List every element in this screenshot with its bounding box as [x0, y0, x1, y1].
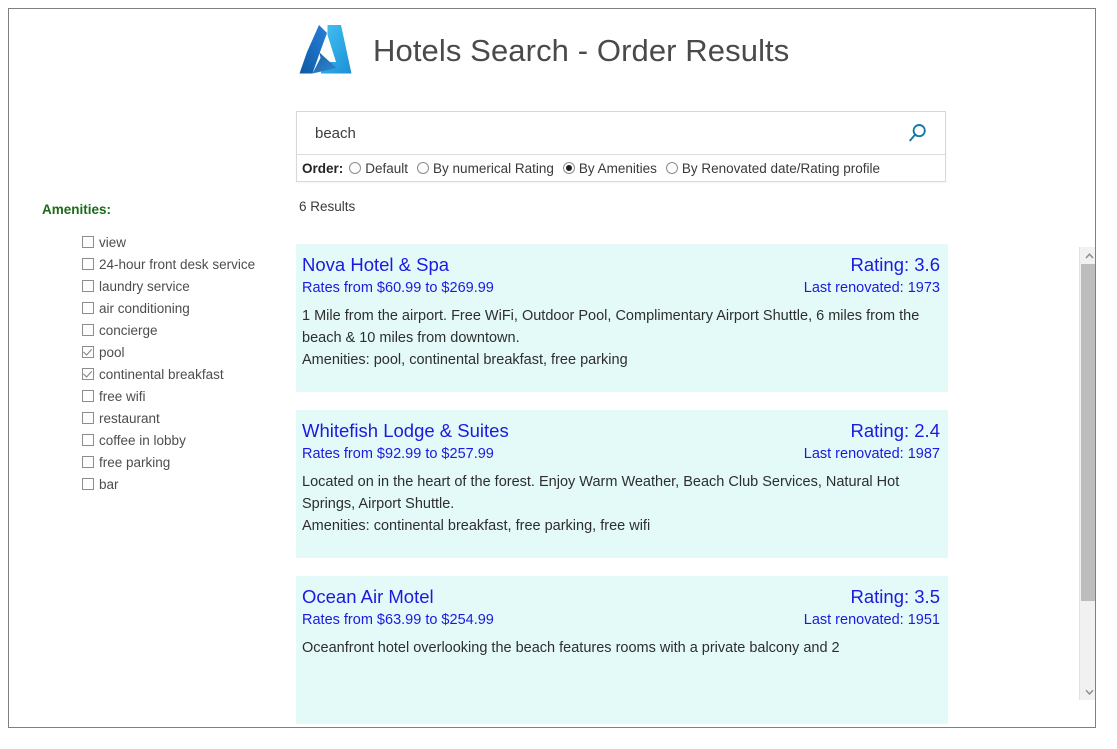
checkbox-laundry-service[interactable]	[82, 280, 94, 292]
results-scrollbar[interactable]	[1079, 247, 1095, 700]
checkbox-24-hour-front-desk-service[interactable]	[82, 258, 94, 270]
result-title-row: Whitefish Lodge & Suites Rating: 2.4	[302, 420, 940, 442]
table-row[interactable]: Nova Hotel & Spa Rating: 3.6 Rates from …	[296, 244, 948, 392]
radio-by-numerical-rating[interactable]	[417, 162, 430, 174]
checkbox-air-conditioning[interactable]	[82, 302, 94, 314]
amenity-item-free-wifi[interactable]: free wifi	[82, 385, 282, 407]
hotel-amenities: Amenities: continental breakfast, free p…	[302, 518, 651, 534]
amenity-item-24-hour-front-desk-service[interactable]: 24-hour front desk service	[82, 253, 282, 275]
checkbox-restaurant[interactable]	[82, 412, 94, 424]
result-rates-row: Rates from $63.99 to $254.99 Last renova…	[302, 612, 940, 628]
amenity-label-bar: bar	[99, 476, 119, 492]
hotel-rating: Rating: 3.5	[850, 586, 940, 607]
scroll-up-button[interactable]	[1080, 247, 1095, 264]
amenities-list: view 24-hour front desk service laundry …	[42, 231, 282, 495]
order-option-by-numerical-rating-label: By numerical Rating	[433, 160, 554, 176]
result-rates-row: Rates from $92.99 to $257.99 Last renova…	[302, 446, 940, 462]
app-window: Hotels Search - Order Results Order: Def…	[8, 8, 1096, 728]
amenity-label-pool: pool	[99, 344, 125, 360]
checkbox-free-wifi[interactable]	[82, 390, 94, 402]
hotel-description: Located on in the heart of the forest. E…	[302, 474, 900, 512]
amenity-item-continental-breakfast[interactable]: continental breakfast	[82, 363, 282, 385]
scrollbar-thumb[interactable]	[1081, 264, 1095, 601]
search-icon	[909, 124, 926, 142]
hotel-name-link[interactable]: Whitefish Lodge & Suites	[302, 420, 509, 442]
amenity-label-restaurant: restaurant	[99, 410, 160, 426]
amenity-label-coffee-in-lobby: coffee in lobby	[99, 432, 186, 448]
order-option-by-amenities[interactable]: By Amenities	[562, 160, 657, 176]
order-option-by-renovated-date[interactable]: By Renovated date/Rating profile	[665, 160, 881, 176]
hotel-description: Oceanfront hotel overlooking the beach f…	[302, 640, 840, 656]
hotel-renovated: Last renovated: 1973	[803, 280, 940, 296]
amenities-filter-panel: Amenities: view 24-hour front desk servi…	[42, 202, 282, 495]
hotel-name-link[interactable]: Ocean Air Motel	[302, 586, 434, 608]
page-header: Hotels Search - Order Results	[297, 11, 789, 91]
amenity-label-air-conditioning: air conditioning	[99, 300, 190, 316]
order-option-by-numerical-rating[interactable]: By numerical Rating	[417, 161, 554, 176]
amenity-label-free-parking: free parking	[99, 454, 171, 470]
checkbox-bar[interactable]	[82, 478, 94, 490]
search-row	[297, 112, 945, 155]
scroll-down-button[interactable]	[1080, 683, 1095, 700]
result-title-row: Nova Hotel & Spa Rating: 3.6	[302, 254, 940, 276]
order-option-by-renovated-date-label: By Renovated date/Rating profile	[681, 160, 881, 176]
amenity-label-laundry-service: laundry service	[99, 278, 190, 294]
checkbox-view[interactable]	[82, 236, 94, 248]
amenity-label-continental-breakfast: continental breakfast	[99, 366, 224, 382]
checkbox-coffee-in-lobby[interactable]	[82, 434, 94, 446]
radio-by-amenities[interactable]	[562, 162, 575, 174]
amenity-item-restaurant[interactable]: restaurant	[82, 407, 282, 429]
hotel-rates: Rates from $92.99 to $257.99	[302, 446, 494, 462]
amenity-item-laundry-service[interactable]: laundry service	[82, 275, 282, 297]
result-rates-row: Rates from $60.99 to $269.99 Last renova…	[302, 280, 940, 296]
search-button[interactable]	[891, 113, 945, 153]
amenities-heading: Amenities:	[42, 202, 112, 217]
amenity-label-free-wifi: free wifi	[99, 388, 146, 404]
radio-by-renovated-date[interactable]	[665, 162, 678, 174]
amenity-item-bar[interactable]: bar	[82, 473, 282, 495]
hotel-name-link[interactable]: Nova Hotel & Spa	[302, 254, 449, 276]
order-option-default[interactable]: Default	[349, 161, 408, 176]
order-option-by-amenities-label: By Amenities	[578, 160, 657, 176]
table-row[interactable]: Ocean Air Motel Rating: 3.5 Rates from $…	[296, 576, 948, 724]
hotel-rating: Rating: 2.4	[850, 420, 940, 441]
amenity-label-concierge: concierge	[99, 322, 158, 338]
chevron-up-icon	[1084, 252, 1094, 259]
amenity-label-view: view	[99, 234, 127, 250]
checkbox-concierge[interactable]	[82, 324, 94, 336]
chevron-down-icon	[1084, 689, 1094, 695]
radio-default[interactable]	[349, 162, 362, 174]
order-label: Order:	[302, 160, 344, 176]
amenity-item-coffee-in-lobby[interactable]: coffee in lobby	[82, 429, 282, 451]
amenity-item-view[interactable]: view	[82, 231, 282, 253]
page-title: Hotels Search - Order Results	[373, 33, 790, 68]
hotel-rates: Rates from $60.99 to $269.99	[302, 280, 494, 296]
hotel-amenities: Amenities: pool, continental breakfast, …	[302, 352, 628, 368]
amenity-item-air-conditioning[interactable]: air conditioning	[82, 297, 282, 319]
order-option-default-label: Default	[365, 160, 409, 176]
hotel-rates: Rates from $63.99 to $254.99	[302, 612, 494, 628]
amenity-item-concierge[interactable]: concierge	[82, 319, 282, 341]
hotel-renovated: Last renovated: 1951	[803, 612, 940, 628]
results-list: 6 Results Nova Hotel & Spa Rating: 3.6 R…	[296, 199, 948, 727]
table-row[interactable]: Whitefish Lodge & Suites Rating: 2.4 Rat…	[296, 410, 948, 558]
result-title-row: Ocean Air Motel Rating: 3.5	[302, 586, 940, 608]
amenity-item-free-parking[interactable]: free parking	[82, 451, 282, 473]
hotel-renovated: Last renovated: 1987	[803, 446, 940, 462]
hotel-rating: Rating: 3.6	[850, 254, 940, 275]
checkbox-pool[interactable]	[82, 346, 94, 358]
checkbox-free-parking[interactable]	[82, 456, 94, 468]
search-input[interactable]	[297, 113, 891, 153]
checkbox-continental-breakfast[interactable]	[82, 368, 94, 380]
results-count: 6 Results	[299, 199, 356, 214]
hotel-description: 1 Mile from the airport. Free WiFi, Outd…	[302, 308, 920, 346]
order-options-row: Order: Default By numerical Rating By Am…	[297, 155, 945, 181]
azure-logo-icon	[299, 25, 352, 74]
amenity-label-24-hour-front-desk-service: 24-hour front desk service	[99, 256, 256, 272]
search-panel: Order: Default By numerical Rating By Am…	[296, 111, 946, 182]
amenity-item-pool[interactable]: pool	[82, 341, 282, 363]
